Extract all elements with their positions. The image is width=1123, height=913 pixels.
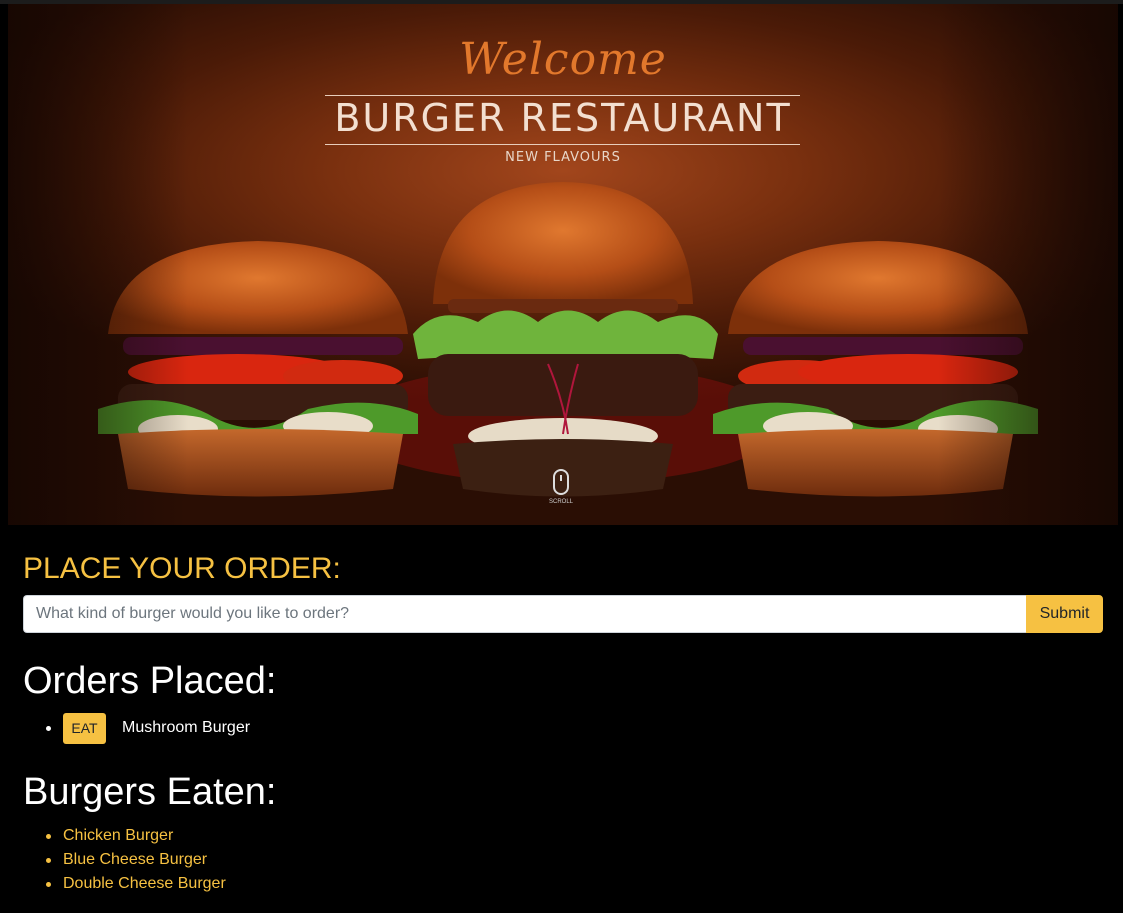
hero-banner: Welcome BURGER RESTAURANT NEW FLAVOURS S… bbox=[8, 4, 1118, 525]
orders-placed-heading: Orders Placed: bbox=[23, 660, 277, 702]
scroll-label: SCROLL bbox=[548, 499, 573, 505]
eat-button[interactable]: EAT bbox=[63, 712, 106, 744]
burgers-eaten-heading: Burgers Eaten: bbox=[23, 771, 277, 813]
submit-button[interactable]: Submit bbox=[1026, 595, 1103, 633]
scroll-mouse-icon[interactable] bbox=[553, 469, 569, 495]
place-order-heading: PLACE YOUR ORDER: bbox=[23, 552, 341, 585]
burger-order-input[interactable] bbox=[23, 595, 1026, 633]
hero-title: BURGER RESTAURANT bbox=[334, 96, 792, 140]
hero-subtitle: NEW FLAVOURS bbox=[505, 150, 621, 165]
title-rule-bottom bbox=[325, 144, 800, 145]
orders-placed-list: EAT Mushroom Burger bbox=[46, 712, 250, 744]
order-form: Submit bbox=[23, 595, 1103, 633]
order-name: Mushroom Burger bbox=[122, 719, 251, 736]
list-item: Blue Cheese Burger bbox=[46, 849, 226, 873]
list-item: Chicken Burger bbox=[46, 825, 226, 849]
list-item: Double Cheese Burger bbox=[46, 873, 226, 897]
list-item: EAT Mushroom Burger bbox=[46, 712, 250, 744]
welcome-script: Welcome bbox=[459, 34, 667, 85]
burgers-eaten-list: Chicken Burger Blue Cheese Burger Double… bbox=[46, 825, 226, 897]
